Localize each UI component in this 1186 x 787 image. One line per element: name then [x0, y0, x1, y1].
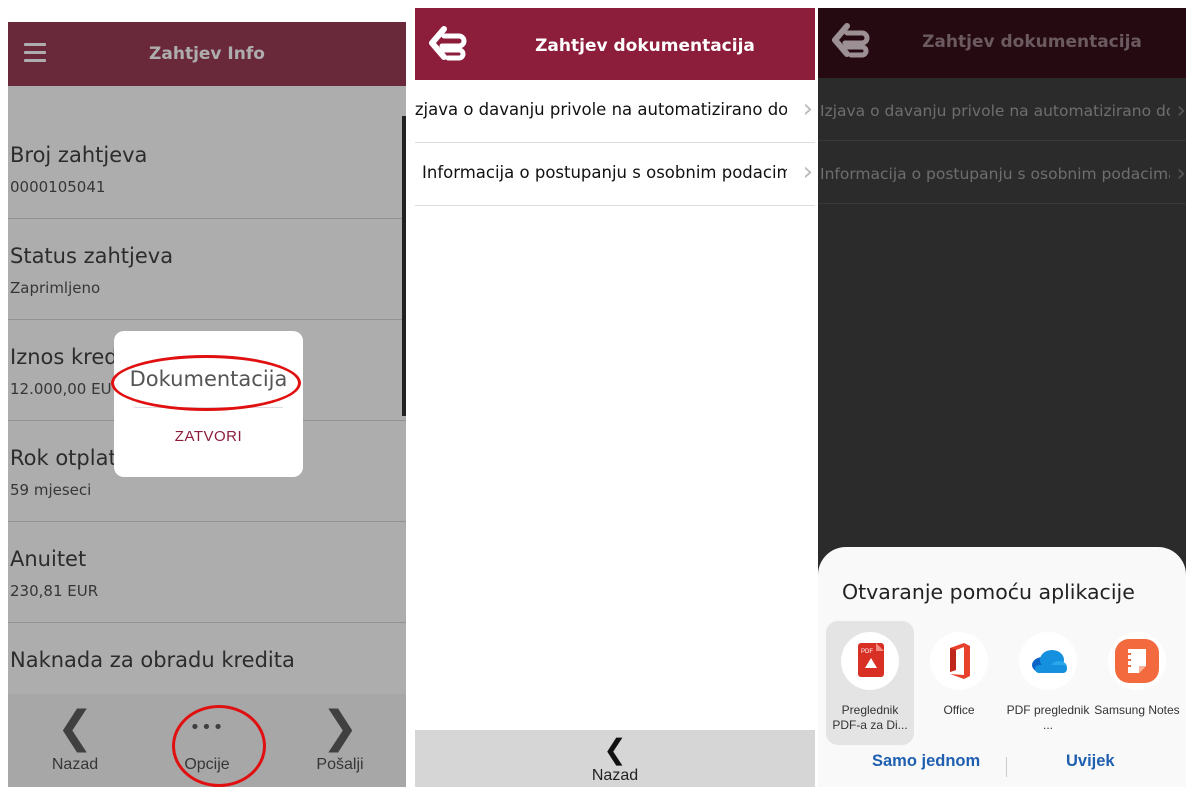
close-button[interactable]: ZATVORI: [114, 428, 303, 445]
document-title: Informacija o postupanju s osobnim podac…: [820, 165, 1170, 183]
svg-text:PDF: PDF: [861, 649, 873, 655]
app-label: PDF preglednik ...: [1006, 703, 1090, 732]
document-title: Izjava o davanju privole na automatizira…: [415, 100, 787, 119]
office-icon: [930, 632, 988, 690]
pdf-viewer-icon: PDF: [841, 632, 899, 690]
app-option-pdf-viewer[interactable]: PDF Preglednik PDF-a za Di...: [826, 621, 914, 745]
list-item[interactable]: Informacija o postupanju s osobnim podac…: [415, 143, 815, 206]
app-option-office[interactable]: Office: [915, 621, 1003, 745]
document-title: Informacija o postupanju s osobnim podac…: [422, 163, 787, 182]
app-label: Preglednik PDF-a za Di...: [832, 703, 908, 732]
list-item: Informacija o postupanju s osobnim podac…: [818, 141, 1186, 204]
back-label: Nazad: [591, 767, 639, 784]
open-with-sheet: Otvaranje pomoću aplikacije PDF Pregledn…: [818, 547, 1186, 787]
annotation-circle: [111, 355, 301, 411]
divider: [1006, 757, 1007, 777]
list-item: Izjava o davanju privole na automatizira…: [818, 78, 1186, 141]
app-header: Zahtjev dokumentacija: [415, 8, 815, 80]
document-title: Izjava o davanju privole na automatizira…: [820, 102, 1170, 120]
zahtjev-dokumentacija-screen: Zahtjev dokumentacija Izjava o davanju p…: [415, 0, 815, 787]
scrollbar[interactable]: [402, 116, 406, 416]
chevron-right-icon: ›: [802, 157, 813, 187]
sheet-title: Otvaranje pomoću aplikacije: [842, 580, 1135, 604]
list-item[interactable]: Izjava o davanju privole na automatizira…: [415, 80, 815, 143]
sheet-actions: Samo jednom Uvijek: [818, 752, 1186, 782]
zahtjev-info-screen: Zahtjev Info Broj zahtjeva 0000105041 St…: [0, 0, 406, 787]
chevron-left-icon: ❮: [603, 733, 627, 766]
back-button[interactable]: ❮ Nazad: [415, 730, 815, 787]
open-with-screen: Zahtjev dokumentacija Izjava o davanju p…: [818, 0, 1186, 787]
app-label: Samsung Notes: [1094, 703, 1180, 717]
always-button[interactable]: Uvijek: [1066, 752, 1115, 771]
document-list: Izjava o davanju privole na automatizira…: [415, 80, 815, 206]
app-option-pdf-preglednik[interactable]: PDF preglednik ...: [1004, 621, 1092, 745]
just-once-button[interactable]: Samo jednom: [872, 752, 980, 771]
onedrive-icon: [1019, 632, 1077, 690]
bank-logo-icon: [832, 23, 870, 58]
chevron-right-icon: ›: [1176, 96, 1186, 124]
annotation-circle: [172, 705, 266, 787]
page-title: Zahtjev dokumentacija: [922, 32, 1142, 52]
app-option-samsung-notes[interactable]: Samsung Notes: [1093, 621, 1181, 745]
bank-logo-icon[interactable]: [427, 26, 467, 64]
document-list: Izjava o davanju privole na automatizira…: [818, 78, 1186, 204]
app-header: Zahtjev dokumentacija: [818, 8, 1186, 78]
chevron-right-icon: ›: [1176, 159, 1186, 187]
app-label: Office: [943, 703, 975, 717]
samsung-notes-icon: [1108, 632, 1166, 690]
page-title: Zahtjev dokumentacija: [535, 36, 755, 56]
chevron-right-icon: ›: [802, 94, 813, 124]
